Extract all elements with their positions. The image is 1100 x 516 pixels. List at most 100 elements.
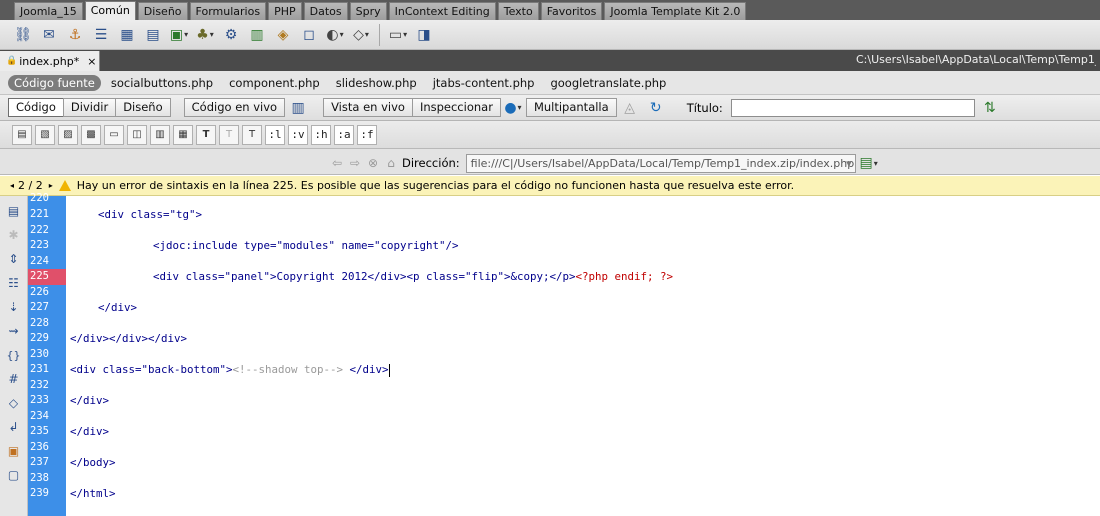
server-include-icon[interactable]: ◈ <box>272 24 294 46</box>
home-icon[interactable]: ⌂ <box>382 156 400 170</box>
image-icon[interactable]: ▣ <box>168 24 190 46</box>
related-file[interactable]: slideshow.php <box>336 76 417 90</box>
line-number: 238 <box>30 471 49 484</box>
address-group: ⇦ ⇨ ⊗ ⌂ Dirección: file:///C|/Users/Isab… <box>328 152 882 174</box>
tab-incontext-editing[interactable]: InContext Editing <box>388 2 496 20</box>
code-view-button[interactable]: Código <box>8 98 64 117</box>
widget-icon[interactable]: ⚙ <box>220 24 242 46</box>
line-number: 220 <box>30 192 49 204</box>
line-number: 234 <box>30 409 49 422</box>
select-parent-icon[interactable]: ▭ <box>104 124 124 145</box>
script-icon[interactable]: ◇ <box>350 24 372 46</box>
tab-favoritos[interactable]: Favoritos <box>540 2 603 20</box>
live-view-button[interactable]: Vista en vivo <box>323 98 413 117</box>
syntax-error-alerts-icon[interactable]: ▣ <box>4 442 24 460</box>
design-view-button[interactable]: Diseño <box>115 98 171 117</box>
snippet-button[interactable]: :v <box>288 124 308 145</box>
wrap-tag-icon[interactable]: T <box>242 124 262 145</box>
line-number: 224 <box>30 254 49 267</box>
open-documents-icon[interactable]: ▤ <box>12 124 32 145</box>
source-code-button[interactable]: Código fuente <box>8 74 101 91</box>
tab-joomla15[interactable]: Joomla_15 <box>14 2 83 20</box>
related-file[interactable]: jtabs-content.php <box>433 76 535 90</box>
code-editor[interactable]: ▤ ✱ ⇕ ☷ ⇣ ⇝ {} # ◇ ↲ ▣ ▢ 220 221 222 223… <box>0 192 1100 516</box>
preview-globe-icon[interactable]: ● <box>502 97 524 119</box>
snippet-button[interactable]: :f <box>357 124 377 145</box>
related-file[interactable]: socialbuttons.php <box>111 76 213 90</box>
date-icon[interactable]: ▥ <box>246 24 268 46</box>
collapse-icon[interactable]: ✱ <box>4 226 24 244</box>
highlight-invalid-icon[interactable]: ▦ <box>173 124 193 145</box>
line-numbers-icon[interactable]: ▥ <box>150 124 170 145</box>
address-input[interactable]: file:///C|/Users/Isabel/AppData/Local/Te… <box>465 153 856 173</box>
hyperlink-icon[interactable]: ⛓ <box>12 24 34 46</box>
tag-chooser-icon[interactable]: ◨ <box>413 24 435 46</box>
code-line-error: <div class="panel">Copyright 2012</div><… <box>153 269 673 285</box>
multiscreen-button[interactable]: Multipantalla <box>525 98 617 117</box>
browse-options-icon[interactable]: ▤ <box>858 152 880 174</box>
expand-tag-icon[interactable]: ⇕ <box>4 250 24 268</box>
tab-texto[interactable]: Texto <box>497 2 539 20</box>
tab-spry[interactable]: Spry <box>349 2 387 20</box>
check-browser-icon[interactable]: ▥ <box>287 97 309 119</box>
table-icon[interactable]: ▦ <box>116 24 138 46</box>
horizontal-rule-icon[interactable]: ☰ <box>90 24 112 46</box>
stop-icon[interactable]: ⊗ <box>364 156 382 170</box>
document-tab-label: index.php* <box>19 54 80 68</box>
insert-toolbar: ⛓ ✉ ⚓ ☰ ▦ ▤ ▣ ♣ ⚙ ▥ ◈ ◻ ◐ ◇ ▭ ◨ <box>0 20 1100 50</box>
document-tab[interactable]: 🔒 index.php* × <box>0 51 100 71</box>
apply-comment-icon[interactable]: ▢ <box>4 466 24 484</box>
snippet-button[interactable]: :h <box>311 124 331 145</box>
toolbar-separator <box>379 23 380 46</box>
word-wrap-icon[interactable]: ↲ <box>4 418 24 436</box>
inspect-button[interactable]: Inspeccionar <box>411 98 501 117</box>
error-line-number: 225 <box>28 269 66 285</box>
snippet-button[interactable]: :a <box>334 124 354 145</box>
title-input[interactable] <box>730 98 975 117</box>
split-view-button[interactable]: Dividir <box>62 98 117 117</box>
email-link-icon[interactable]: ✉ <box>38 24 60 46</box>
named-anchor-icon[interactable]: ⚓ <box>64 24 86 46</box>
balance-braces-icon[interactable]: ◫ <box>127 124 147 145</box>
tab-comun[interactable]: Común <box>84 1 136 20</box>
tab-formularios[interactable]: Formularios <box>189 2 267 20</box>
highlight-invalid-code-icon[interactable]: ◇ <box>4 394 24 412</box>
next-error-icon[interactable]: ▸ <box>49 181 53 190</box>
open-documents-icon[interactable]: ▤ <box>4 202 24 220</box>
visual-aids-icon[interactable]: ◬ <box>619 97 641 119</box>
related-file[interactable]: googletranslate.php <box>550 76 666 90</box>
line-numbers-icon[interactable]: # <box>4 370 24 388</box>
tab-diseno[interactable]: Diseño <box>137 2 188 20</box>
prev-error-icon[interactable]: ◂ <box>10 181 14 190</box>
refresh-icon[interactable]: ↻ <box>645 97 667 119</box>
div-icon[interactable]: ▤ <box>142 24 164 46</box>
head-icon[interactable]: ◐ <box>324 24 346 46</box>
chevron-down-icon[interactable]: ▾ <box>846 155 852 172</box>
view-mode-group: Código Dividir Diseño <box>8 98 171 117</box>
back-arrow-icon[interactable]: ⇦ <box>328 156 346 170</box>
close-tab-button[interactable]: × <box>87 55 96 68</box>
address-value: file:///C|/Users/Isabel/AppData/Local/Te… <box>470 156 855 170</box>
code-line: </html> <box>70 487 116 500</box>
apply-comment-icon[interactable]: T <box>196 124 216 145</box>
live-code-button[interactable]: Código en vivo <box>183 98 286 117</box>
select-parent-tag-icon[interactable]: ⇣ <box>4 298 24 316</box>
templates-icon[interactable]: ▭ <box>387 24 409 46</box>
comment-icon[interactable]: ◻ <box>298 24 320 46</box>
forward-arrow-icon[interactable]: ⇨ <box>346 156 364 170</box>
snippet-button[interactable]: :l <box>265 124 285 145</box>
collapse-selection-icon[interactable]: ▨ <box>58 124 78 145</box>
balance-braces-icon[interactable]: ⇝ <box>4 322 24 340</box>
related-file[interactable]: component.php <box>229 76 320 90</box>
tab-datos[interactable]: Datos <box>303 2 348 20</box>
expand-all-icon[interactable]: ▩ <box>81 124 101 145</box>
collapse-tag-icon[interactable]: ▧ <box>35 124 55 145</box>
document-tab-row: 🔒 index.php* × C:\Users\Isabel\AppData\L… <box>0 50 1100 71</box>
remove-comment-icon[interactable]: T <box>219 124 239 145</box>
tab-php[interactable]: PHP <box>268 2 302 20</box>
tab-joomla-template-kit[interactable]: Joomla Template Kit 2.0 <box>604 2 747 20</box>
braces-icon[interactable]: {} <box>4 346 24 364</box>
expand-all-icon[interactable]: ☷ <box>4 274 24 292</box>
file-management-icon[interactable]: ⇅ <box>979 97 1001 119</box>
media-icon[interactable]: ♣ <box>194 24 216 46</box>
